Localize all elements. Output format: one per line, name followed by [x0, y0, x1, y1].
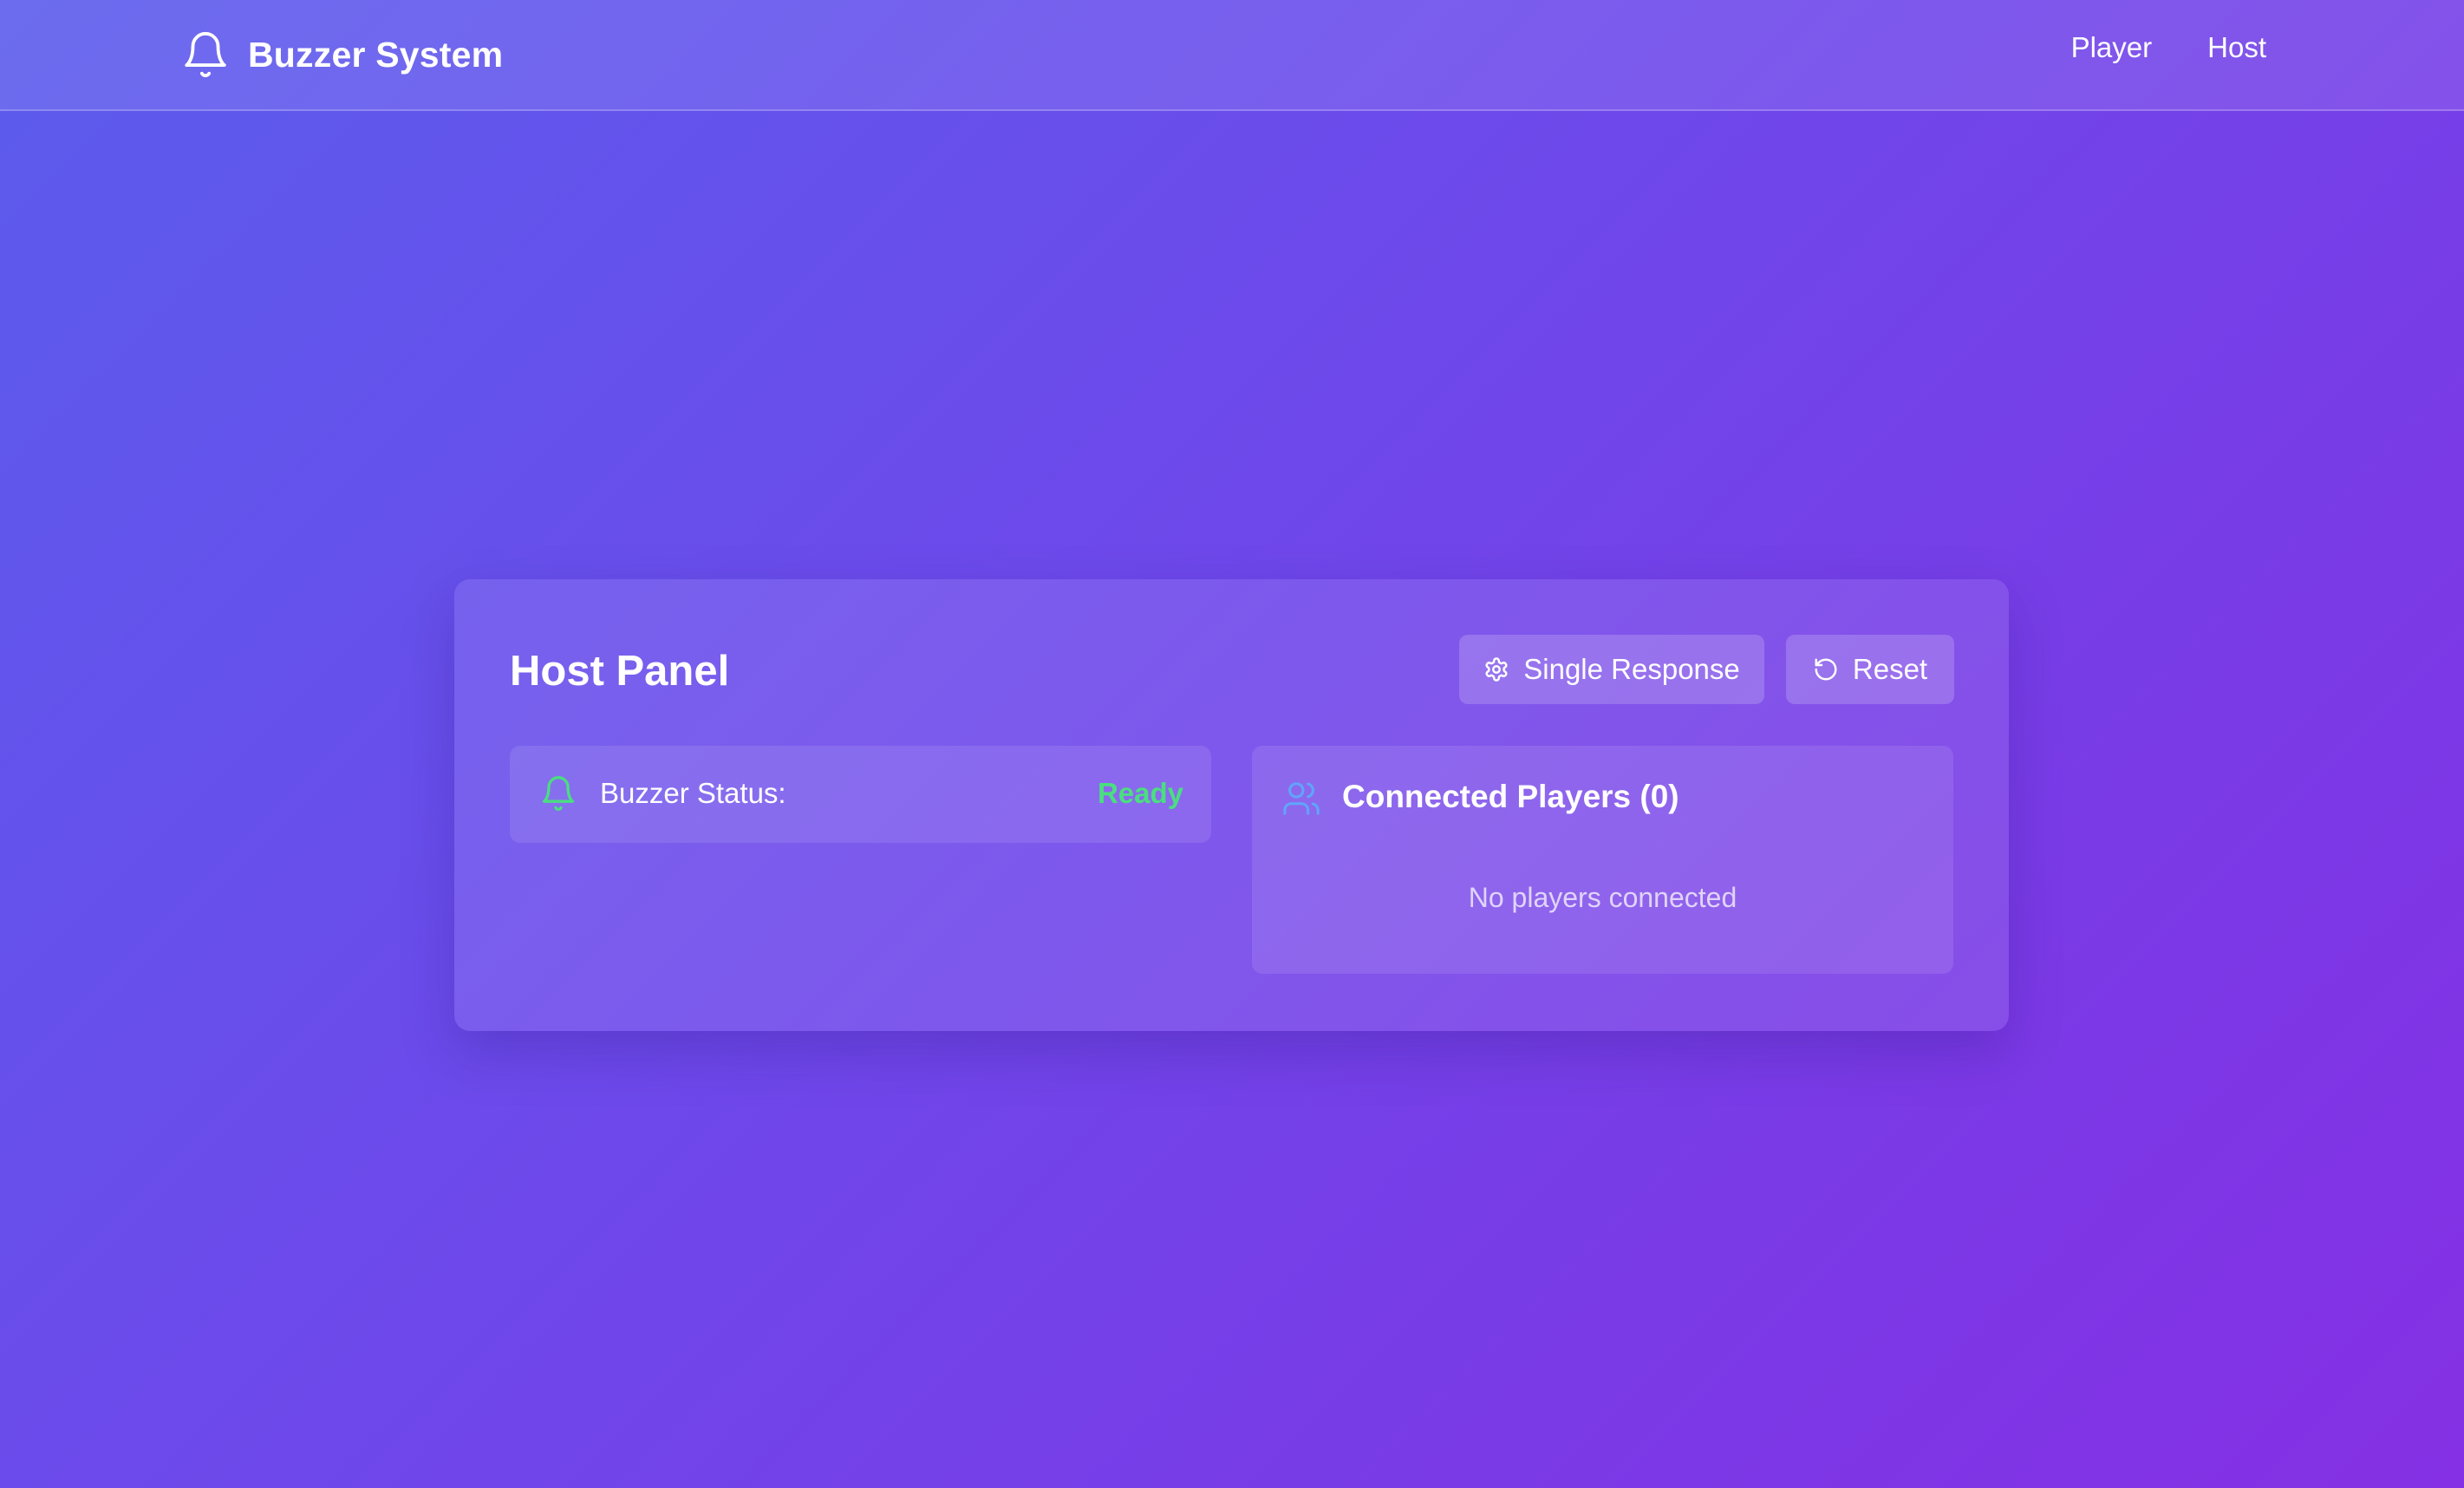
single-response-label: Single Response — [1523, 653, 1740, 685]
buzzer-status-label: Buzzer Status: — [600, 777, 786, 809]
host-panel: Host Panel Single Response Reset Buzzer … — [454, 579, 2009, 1031]
connected-players-card: Connected Players (0) No players connect… — [1252, 746, 1953, 974]
connected-players-title: Connected Players (0) — [1342, 779, 1679, 814]
top-navbar: Buzzer System Player Host — [0, 0, 2464, 111]
rotate-ccw-icon — [1815, 658, 1837, 681]
single-response-button[interactable]: Single Response — [1459, 635, 1764, 704]
nav-link-host[interactable]: Host — [2207, 31, 2266, 64]
bell-icon — [542, 776, 575, 811]
buzzer-status-card: Buzzer Status: Ready — [510, 746, 1211, 843]
brand[interactable]: Buzzer System — [180, 24, 503, 85]
no-players-message: No players connected — [1468, 882, 1737, 913]
nav-link-player[interactable]: Player — [2071, 31, 2153, 64]
nav-links: Player Host — [2071, 31, 2266, 64]
app-title: Buzzer System — [248, 34, 504, 75]
buzzer-status-value: Ready — [1097, 777, 1183, 809]
gear-icon — [1485, 657, 1508, 682]
reset-label: Reset — [1852, 653, 1928, 685]
users-icon — [1283, 782, 1320, 815]
reset-button[interactable]: Reset — [1786, 635, 1954, 704]
panel-title: Host Panel — [510, 648, 730, 695]
bell-icon — [185, 31, 226, 78]
